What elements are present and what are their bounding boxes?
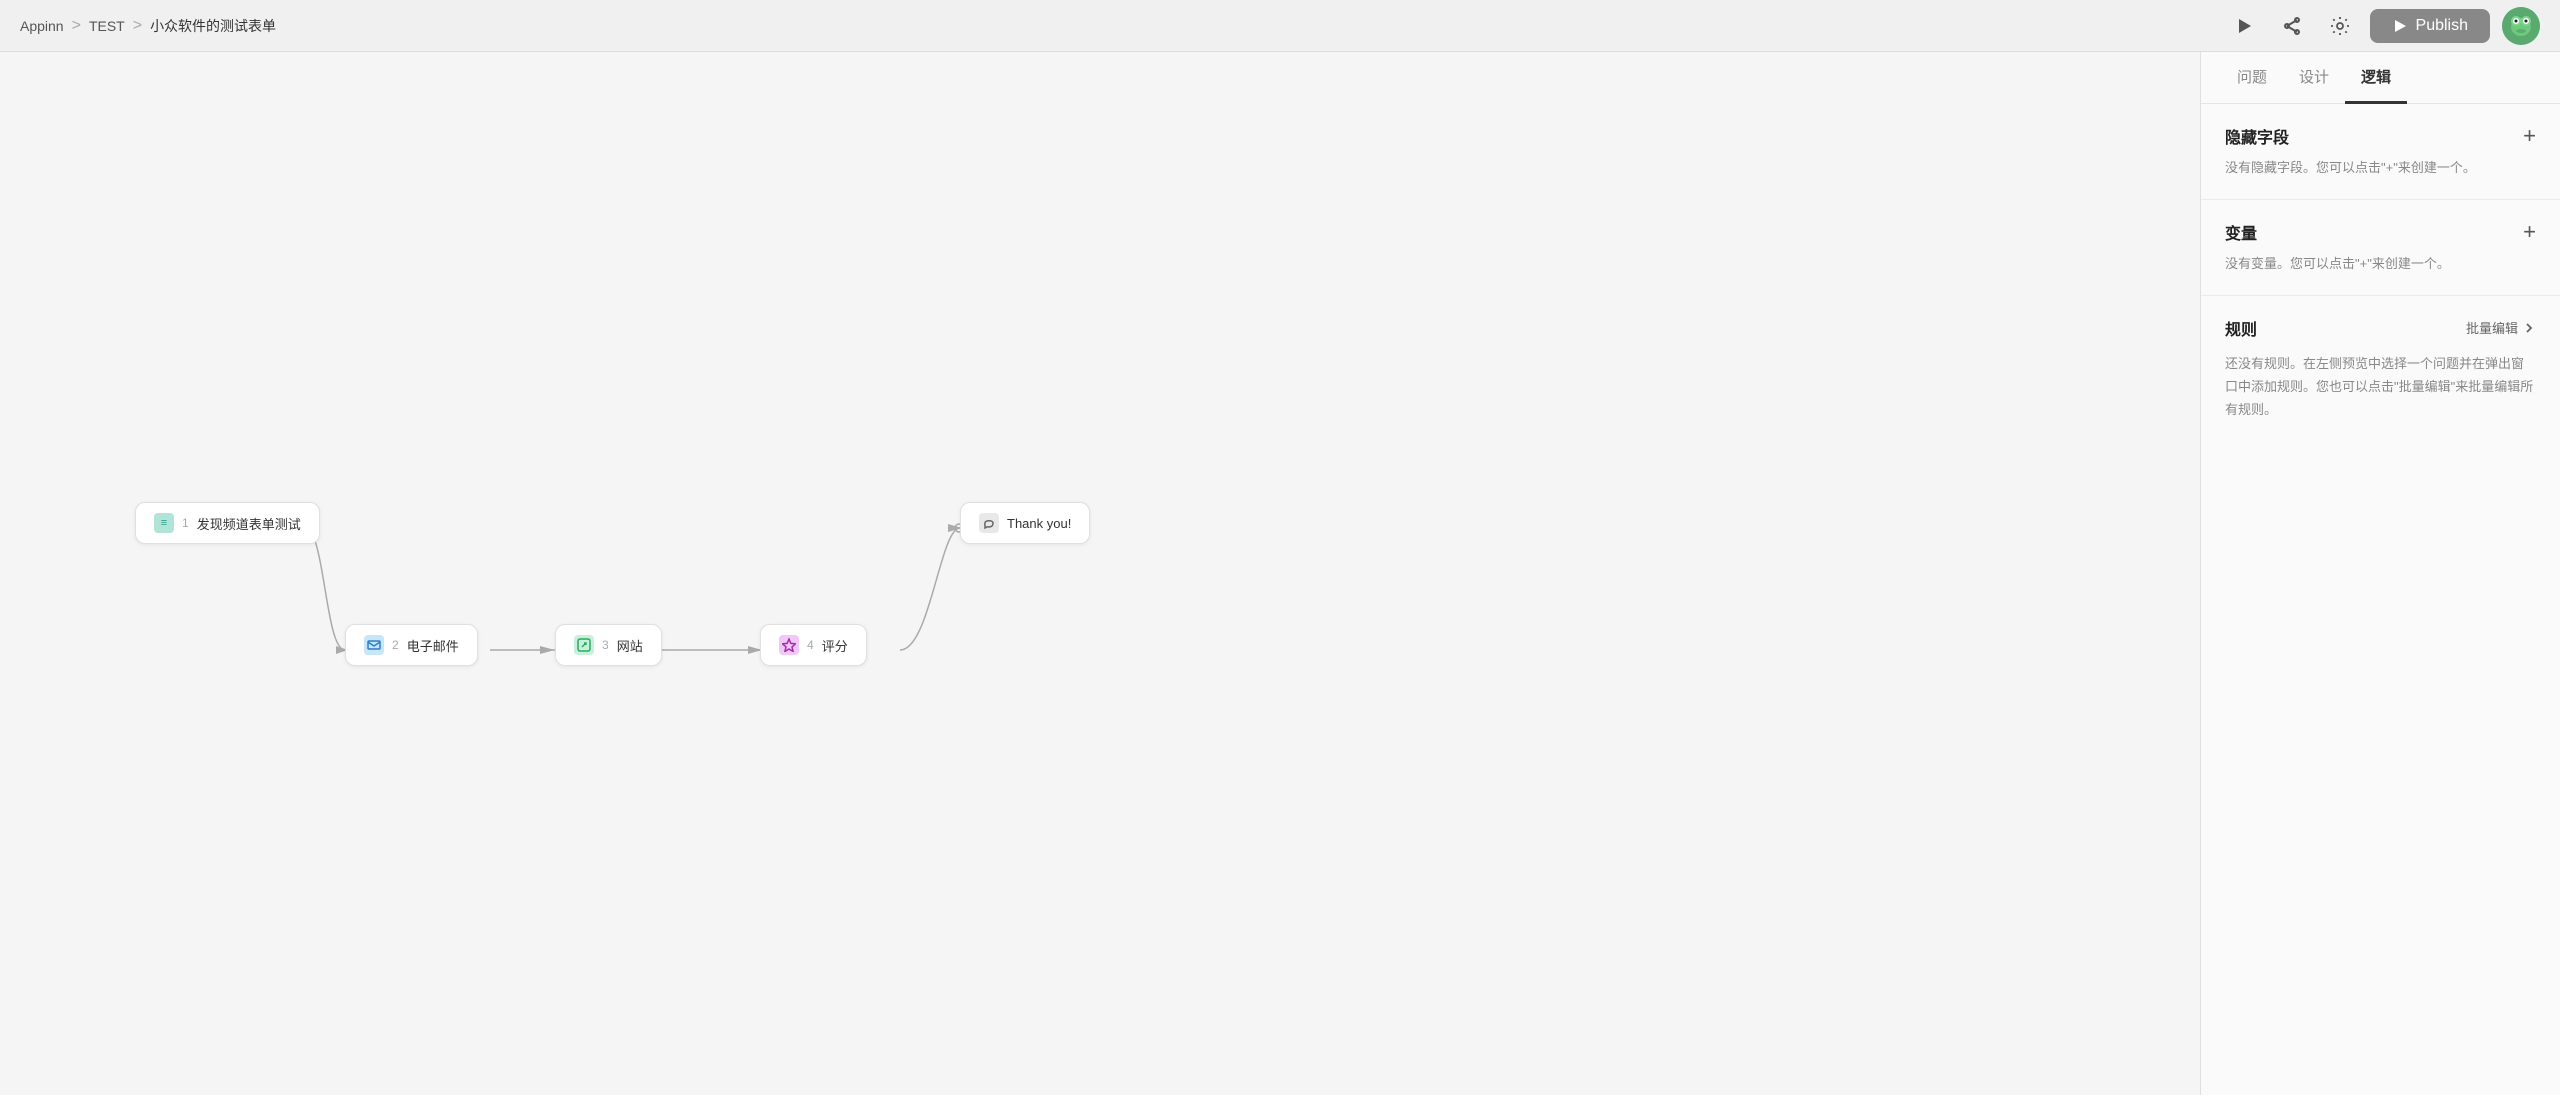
tab-bar: 问题 设计 逻辑: [2201, 52, 2560, 104]
sep1: >: [72, 17, 81, 35]
variables-section: 变量 + 没有变量。您可以点击"+"来创建一个。: [2201, 200, 2560, 296]
node1-num: 1: [182, 516, 189, 530]
tab-design[interactable]: 设计: [2283, 52, 2345, 104]
app-header: Appinn > TEST > 小众软件的测试表单 Publish: [0, 0, 2560, 52]
flow-connections: [0, 52, 2200, 1095]
variables-desc: 没有变量。您可以点击"+"来创建一个。: [2225, 254, 2536, 275]
flow-node-1[interactable]: ≡ 1 发现频道表单测试: [135, 502, 320, 544]
avatar[interactable]: [2502, 7, 2540, 45]
node4-icon: [779, 635, 799, 655]
canvas-area[interactable]: ≡ 1 发现频道表单测试 2 电子邮件 3 网站: [0, 52, 2200, 1095]
batch-edit-button[interactable]: 批量编辑: [2466, 318, 2536, 337]
node3-label: 网站: [617, 636, 643, 655]
rules-header: 规则 批量编辑: [2225, 316, 2536, 340]
node2-icon: [364, 635, 384, 655]
node3-icon: [574, 635, 594, 655]
share-button[interactable]: [2274, 8, 2310, 44]
breadcrumb: Appinn > TEST > 小众软件的测试表单: [20, 16, 276, 36]
node1-icon: ≡: [154, 513, 174, 533]
right-panel: 问题 设计 逻辑 隐藏字段 + 没有隐藏字段。您可以点击"+"来创建一个。 变量…: [2200, 52, 2560, 1095]
main-layout: ≡ 1 发现频道表单测试 2 电子邮件 3 网站: [0, 52, 2560, 1095]
node3-num: 3: [602, 638, 609, 652]
preview-button[interactable]: [2226, 8, 2262, 44]
rules-desc: 还没有规则。在左侧预览中选择一个问题并在弹出窗口中添加规则。您也可以点击"批量编…: [2225, 352, 2536, 422]
add-hidden-field-button[interactable]: +: [2523, 125, 2536, 147]
flow-node-4[interactable]: 4 评分: [760, 624, 867, 666]
node1-label: 发现频道表单测试: [197, 514, 301, 533]
node5-label: Thank you!: [1007, 516, 1071, 531]
flow-node-3[interactable]: 3 网站: [555, 624, 662, 666]
node2-label: 电子邮件: [407, 636, 459, 655]
sep2: >: [133, 17, 142, 35]
hidden-fields-section: 隐藏字段 + 没有隐藏字段。您可以点击"+"来创建一个。: [2201, 104, 2560, 200]
tab-questions[interactable]: 问题: [2221, 52, 2283, 104]
settings-button[interactable]: [2322, 8, 2358, 44]
form-name: 小众软件的测试表单: [150, 16, 276, 36]
node4-label: 评分: [822, 636, 848, 655]
publish-button[interactable]: Publish: [2370, 9, 2490, 43]
flow-node-2[interactable]: 2 电子邮件: [345, 624, 478, 666]
project-link[interactable]: TEST: [89, 18, 125, 34]
node4-num: 4: [807, 638, 814, 652]
hidden-fields-title: 隐藏字段: [2225, 124, 2289, 148]
node5-icon: [979, 513, 999, 533]
rules-section: 规则 批量编辑 还没有规则。在左侧预览中选择一个问题并在弹出窗口中添加规则。您也…: [2201, 296, 2560, 442]
add-variable-button[interactable]: +: [2523, 221, 2536, 243]
hidden-fields-header: 隐藏字段 +: [2225, 124, 2536, 148]
flow-node-5[interactable]: Thank you!: [960, 502, 1090, 544]
brand-link[interactable]: Appinn: [20, 18, 64, 34]
node2-num: 2: [392, 638, 399, 652]
variables-title: 变量: [2225, 220, 2257, 244]
variables-header: 变量 +: [2225, 220, 2536, 244]
header-actions: Publish: [2226, 7, 2540, 45]
tab-logic[interactable]: 逻辑: [2345, 52, 2407, 104]
hidden-fields-desc: 没有隐藏字段。您可以点击"+"来创建一个。: [2225, 158, 2536, 179]
rules-title: 规则: [2225, 316, 2257, 340]
